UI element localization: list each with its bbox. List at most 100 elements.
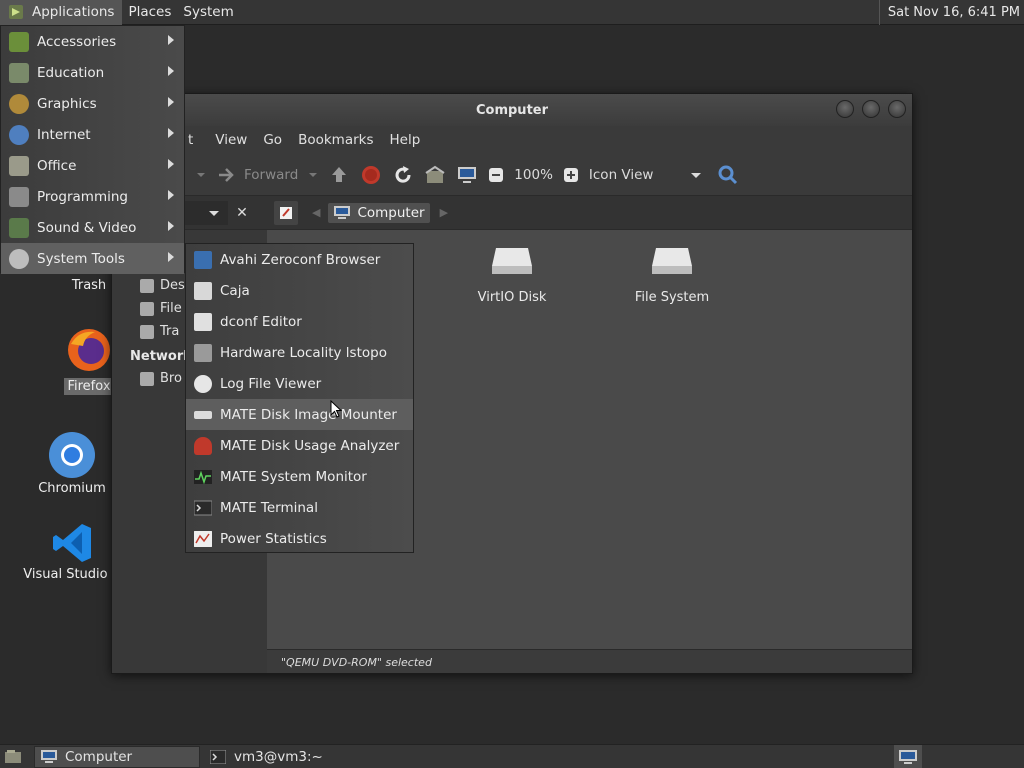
sidebar-mode-dropdown[interactable]	[184, 200, 228, 225]
desktop-icon-label: Firefox	[64, 378, 114, 395]
menu-item-system-monitor[interactable]: MATE System Monitor	[186, 461, 413, 492]
menu-item-label: Log File Viewer	[220, 375, 322, 392]
zoom-out-button[interactable]	[488, 167, 504, 183]
window-titlebar[interactable]: Computer	[112, 94, 912, 126]
menu-item-office[interactable]: Office	[1, 150, 184, 181]
path-scroll-right[interactable]: ▶	[440, 206, 448, 219]
menu-item-label: Avahi Zeroconf Browser	[220, 251, 381, 268]
menu-item-power-statistics[interactable]: Power Statistics	[186, 523, 413, 554]
drive-item[interactable]: File System	[617, 244, 727, 305]
system-label: System	[183, 4, 234, 20]
workspace-switcher[interactable]	[894, 745, 922, 768]
sidebar-close-button[interactable]: ✕	[232, 201, 252, 225]
menu-item-hwloc-lstopo[interactable]: Hardware Locality lstopo	[186, 337, 413, 368]
menu-item-education[interactable]: Education	[1, 57, 184, 88]
menu-item-disk-image-mounter[interactable]: MATE Disk Image Mounter	[186, 399, 413, 430]
desktop-icon-label: Trash	[71, 278, 107, 293]
network-icon	[140, 371, 154, 386]
submenu-arrow-icon	[168, 190, 174, 200]
reload-button[interactable]	[392, 164, 414, 186]
menu-bookmarks[interactable]: Bookmarks	[290, 132, 381, 148]
menu-item-disk-usage-analyzer[interactable]: MATE Disk Usage Analyzer	[186, 430, 413, 461]
zoom-out-icon	[489, 167, 504, 182]
zoom-level[interactable]: 100%	[514, 167, 553, 183]
applications-menu-button[interactable]: Applications	[0, 0, 123, 25]
menu-item-label: Office	[37, 157, 77, 174]
clock[interactable]: Sat Nov 16, 6:41 PM	[878, 0, 1020, 25]
menubar: t View Go Bookmarks Help	[112, 126, 912, 154]
places-menu-button[interactable]: Places	[122, 0, 177, 25]
dconf-icon	[194, 312, 212, 331]
stop-button[interactable]	[360, 164, 382, 186]
sidebar-item-filesystem[interactable]: File	[140, 301, 182, 316]
system-menu-button[interactable]: System	[177, 0, 239, 25]
path-label: Computer	[357, 204, 425, 221]
forward-button[interactable]: Forward	[216, 164, 298, 186]
sidebar-item-browse-network[interactable]: Bro	[140, 371, 182, 386]
chevron-down-icon	[197, 172, 205, 177]
status-bar: "QEMU DVD-ROM" selected	[267, 649, 912, 673]
stop-icon	[362, 165, 381, 184]
computer-button[interactable]	[456, 164, 478, 186]
submenu-arrow-icon	[168, 221, 174, 231]
menu-item-internet[interactable]: Internet	[1, 119, 184, 150]
home-button[interactable]	[424, 164, 446, 186]
menu-item-graphics[interactable]: Graphics	[1, 88, 184, 119]
path-scroll-left[interactable]: ◀	[312, 206, 320, 219]
menu-item-terminal[interactable]: MATE Terminal	[186, 492, 413, 523]
view-mode-label: Icon View	[588, 166, 654, 183]
minimize-button[interactable]	[836, 100, 854, 118]
menu-item-label: System Tools	[37, 250, 125, 267]
menu-item-caja[interactable]: Caja	[186, 275, 413, 306]
places-label: Places	[128, 4, 172, 20]
desktop-folder-icon	[140, 278, 154, 293]
menu-item-programming[interactable]: Programming	[1, 181, 184, 212]
show-desktop-icon	[5, 749, 21, 763]
top-panel: Applications Places System Sat Nov 16, 6…	[0, 0, 1024, 25]
menu-item-system-tools[interactable]: System Tools	[1, 243, 184, 274]
trash-icon	[140, 324, 154, 339]
taskbar-button-computer[interactable]: Computer	[34, 745, 200, 768]
menu-item-avahi-browser[interactable]: Avahi Zeroconf Browser	[186, 244, 413, 275]
sidebar-item-label: Tra	[160, 324, 180, 339]
zoom-in-button[interactable]	[563, 167, 579, 183]
menu-help[interactable]: Help	[382, 132, 429, 148]
system-monitor-icon	[194, 469, 212, 484]
back-history-dropdown[interactable]	[196, 170, 206, 180]
menu-view[interactable]: View	[207, 132, 255, 148]
submenu-arrow-icon	[168, 159, 174, 169]
location-bar: ✕ ◀ Computer ▶	[112, 196, 912, 230]
office-icon	[9, 155, 29, 176]
maximize-button[interactable]	[862, 100, 880, 118]
sidebar-item-desktop[interactable]: Des	[140, 278, 185, 293]
search-button[interactable]	[717, 164, 739, 186]
forward-history-dropdown[interactable]	[308, 170, 318, 180]
submenu-arrow-icon	[168, 35, 174, 45]
view-mode-select[interactable]: Icon View	[589, 167, 701, 183]
system-tools-submenu: Avahi Zeroconf Browser Caja dconf Editor…	[185, 243, 414, 553]
menu-go[interactable]: Go	[255, 132, 290, 148]
menu-item-label: Sound & Video	[37, 219, 137, 236]
menu-item-log-viewer[interactable]: Log File Viewer	[186, 368, 413, 399]
menu-item-sound-video[interactable]: Sound & Video	[1, 212, 184, 243]
up-button[interactable]	[328, 164, 350, 186]
menu-item-accessories[interactable]: Accessories	[1, 26, 184, 57]
path-button-computer[interactable]: Computer	[328, 202, 430, 223]
forward-label: Forward	[244, 166, 299, 183]
mate-logo-icon	[9, 5, 23, 19]
drive-item[interactable]: VirtIO Disk	[457, 244, 567, 305]
vscode-icon	[53, 524, 91, 562]
power-stats-icon	[194, 530, 212, 547]
log-viewer-icon	[194, 374, 212, 393]
location-edit-toggle[interactable]	[274, 200, 298, 225]
bottom-panel: Computer vm3@vm3:~	[0, 744, 1024, 768]
taskbar-button-terminal[interactable]: vm3@vm3:~	[204, 746, 329, 768]
menu-item-label: MATE Terminal	[220, 499, 318, 516]
close-button[interactable]	[888, 100, 906, 118]
menu-item-dconf-editor[interactable]: dconf Editor	[186, 306, 413, 337]
show-desktop-button[interactable]	[2, 746, 24, 768]
chevron-down-icon	[309, 172, 318, 177]
sidebar-item-trash[interactable]: Tra	[140, 324, 179, 339]
computer-icon	[41, 749, 57, 763]
computer-icon	[458, 166, 477, 183]
